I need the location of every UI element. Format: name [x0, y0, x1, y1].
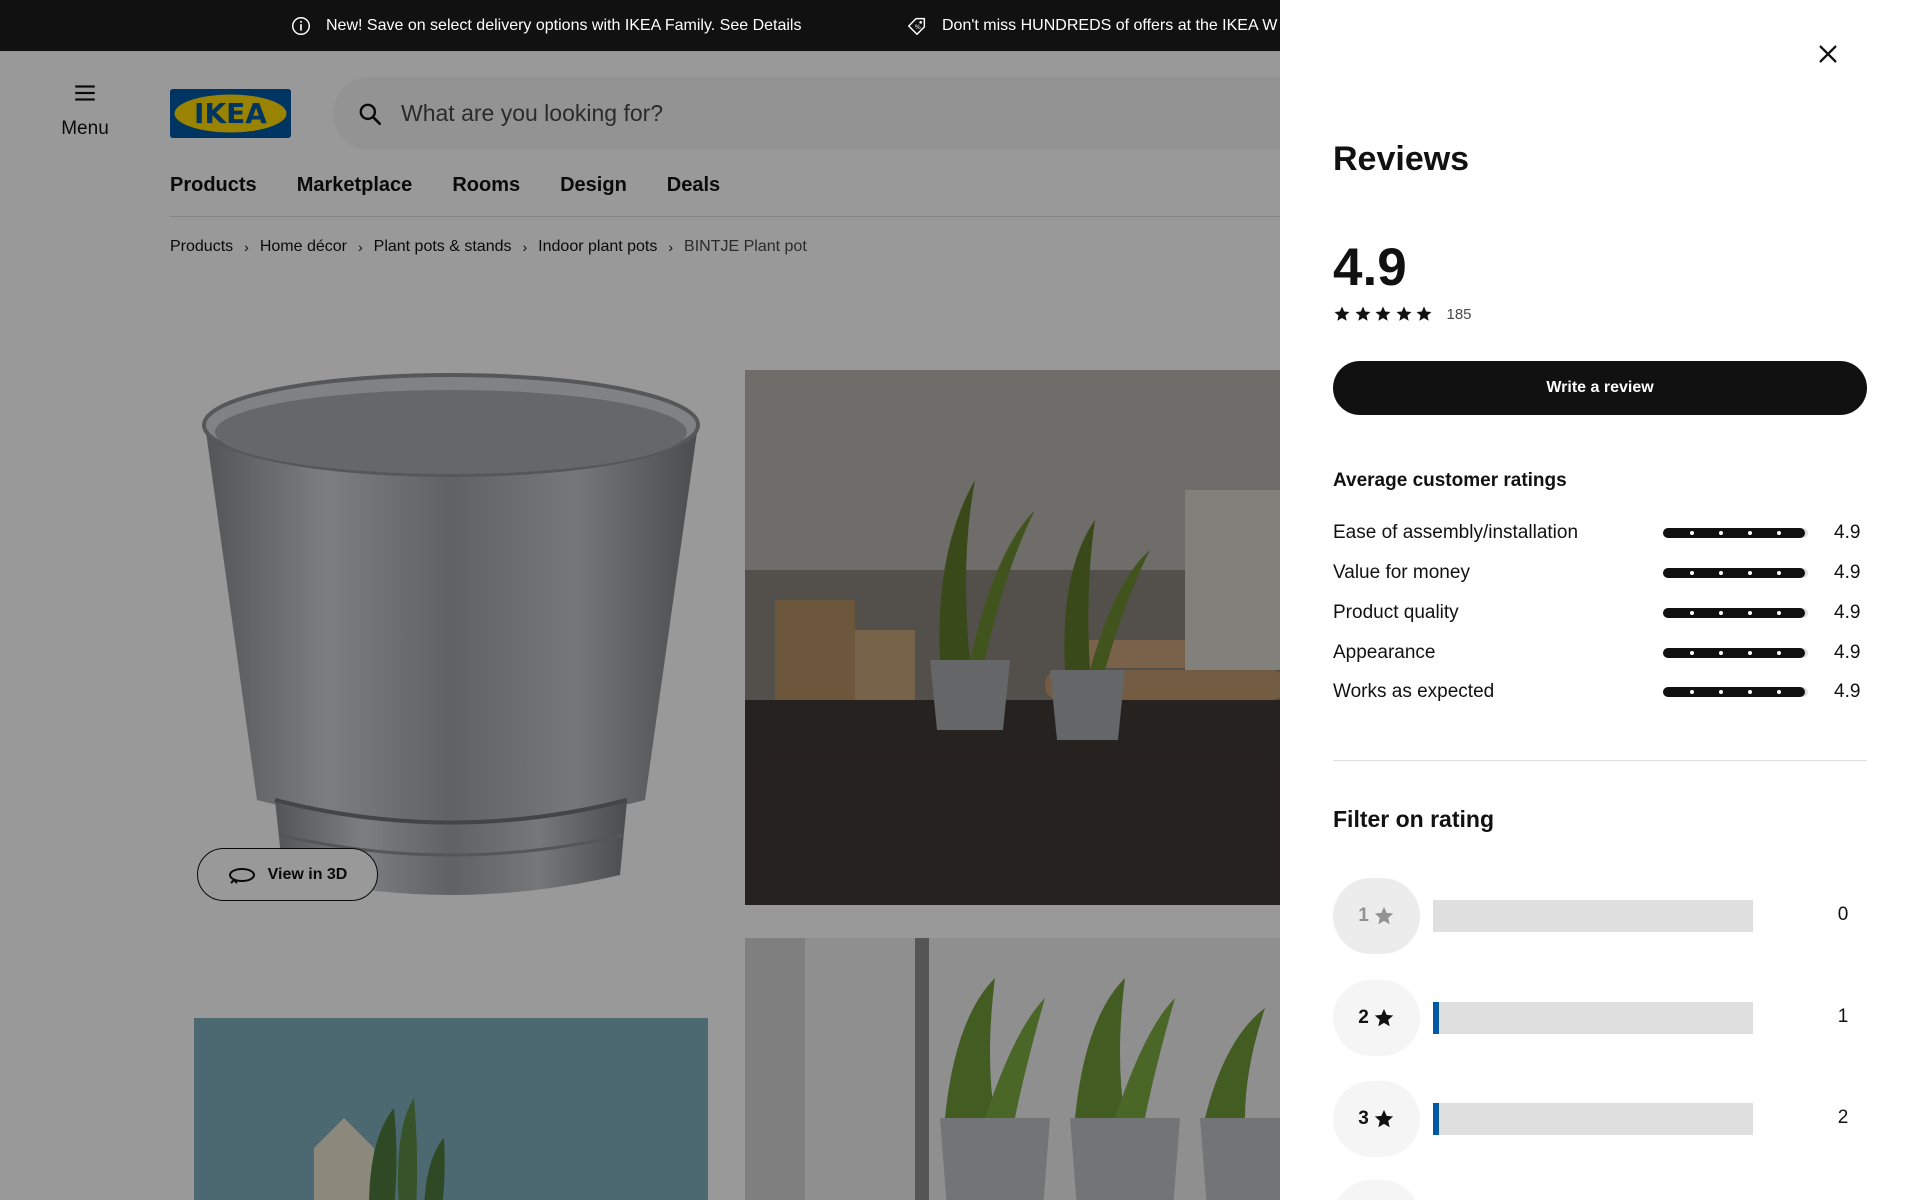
announcement-offers-text: Don't miss HUNDREDS of offers at the IKE…	[942, 16, 1278, 34]
rating-tick-dot	[1777, 690, 1781, 694]
announcement-family[interactable]: New! Save on select delivery options wit…	[290, 0, 801, 51]
filter-row-3-star: 3 2	[1333, 1081, 1867, 1157]
star-icon	[1374, 906, 1393, 925]
rating-tick-dot	[1719, 651, 1723, 655]
filter-bar	[1433, 1002, 1753, 1034]
rating-tick-dot	[1719, 531, 1723, 535]
rating-value: 4.9	[1834, 522, 1861, 543]
rating-tick-dot	[1777, 571, 1781, 575]
star-icon	[1334, 306, 1350, 321]
filter-star-number: 2	[1358, 1007, 1369, 1028]
reviews-title: Reviews	[1333, 140, 1470, 178]
rating-tick-dot	[1690, 531, 1694, 535]
rating-product-quality: Product quality 4.9	[1333, 598, 1863, 628]
svg-text:%: %	[915, 23, 921, 31]
rating-tick-dot	[1748, 571, 1752, 575]
rating-works-as-expected: Works as expected 4.9	[1333, 677, 1863, 707]
star-icon	[1375, 306, 1391, 321]
filter-bar	[1433, 900, 1753, 932]
rating-tick-dot	[1719, 690, 1723, 694]
filter-on-rating-title: Filter on rating	[1333, 806, 1494, 832]
rating-fill	[1663, 568, 1806, 578]
filter-3-star-button[interactable]: 3	[1333, 1081, 1420, 1157]
rating-tick-dot	[1748, 690, 1752, 694]
star-icon	[1416, 306, 1432, 321]
rating-value: 4.9	[1834, 602, 1861, 623]
filter-bar-fill	[1433, 1002, 1440, 1034]
modal-backdrop[interactable]	[0, 51, 1280, 1200]
rating-tick-dot	[1748, 531, 1752, 535]
rating-appearance: Appearance 4.9	[1333, 638, 1863, 668]
review-count[interactable]: 185	[1447, 306, 1472, 323]
close-button[interactable]	[1802, 28, 1854, 80]
filter-star-number: 3	[1358, 1108, 1369, 1129]
overall-stars: 185	[1333, 305, 1472, 323]
rating-fill	[1663, 687, 1806, 697]
rating-track	[1663, 608, 1808, 618]
write-review-button[interactable]: Write a review	[1333, 361, 1867, 415]
rating-label: Works as expected	[1333, 681, 1495, 702]
rating-value-for-money: Value for money 4.9	[1333, 558, 1863, 588]
rating-tick-dot	[1719, 611, 1723, 615]
filter-2-star-button[interactable]: 2	[1333, 980, 1420, 1056]
filter-count: 0	[1837, 904, 1849, 925]
rating-tick-dot	[1748, 651, 1752, 655]
rating-track	[1663, 687, 1808, 697]
rating-label: Ease of assembly/installation	[1333, 522, 1579, 543]
rating-tick-dot	[1690, 690, 1694, 694]
filter-row-1-star: 1 0	[1333, 878, 1867, 954]
filter-count: 1	[1837, 1006, 1849, 1027]
rating-fill	[1663, 648, 1806, 658]
filter-4-star-button[interactable]	[1333, 1180, 1420, 1200]
filter-row-4-star	[1333, 1180, 1867, 1200]
filter-row-2-star: 2 1	[1333, 980, 1867, 1056]
rating-tick-dot	[1748, 611, 1752, 615]
average-ratings-title: Average customer ratings	[1333, 470, 1567, 491]
rating-track	[1663, 648, 1808, 658]
announcement-offers[interactable]: % Don't miss HUNDREDS of offers at the I…	[906, 0, 1277, 51]
rating-value: 4.9	[1834, 562, 1861, 583]
rating-value: 4.9	[1834, 642, 1861, 663]
filter-bar-fill	[1433, 1103, 1440, 1135]
star-icon	[1355, 306, 1370, 321]
filter-count: 2	[1837, 1107, 1849, 1128]
overall-score: 4.9	[1333, 238, 1407, 297]
star-icon	[1396, 306, 1411, 321]
rating-value: 4.9	[1834, 681, 1861, 702]
rating-tick-dot	[1690, 611, 1694, 615]
rating-track	[1663, 528, 1808, 538]
rating-ease-of-assembly: Ease of assembly/installation 4.9	[1333, 518, 1863, 548]
rating-tick-dot	[1777, 531, 1781, 535]
close-icon	[1819, 45, 1837, 63]
rating-tick-dot	[1719, 571, 1723, 575]
rating-label: Product quality	[1333, 602, 1459, 623]
rating-label: Value for money	[1333, 562, 1470, 583]
tag-icon: %	[908, 17, 926, 35]
rating-fill	[1663, 608, 1806, 618]
rating-tick-dot	[1690, 571, 1694, 575]
rating-track	[1663, 568, 1808, 578]
rating-fill	[1663, 528, 1806, 538]
rating-tick-dot	[1777, 611, 1781, 615]
rating-label: Appearance	[1333, 642, 1436, 663]
info-icon	[292, 16, 310, 35]
filter-1-star-button[interactable]: 1	[1333, 878, 1420, 954]
filter-star-number: 1	[1358, 905, 1369, 926]
rating-tick-dot	[1777, 651, 1781, 655]
filter-bar	[1433, 1103, 1753, 1135]
rating-tick-dot	[1690, 651, 1694, 655]
announcement-family-text: New! Save on select delivery options wit…	[326, 16, 802, 34]
section-divider	[1333, 760, 1867, 761]
star-icon	[1374, 1109, 1393, 1128]
star-icon	[1374, 1008, 1393, 1027]
